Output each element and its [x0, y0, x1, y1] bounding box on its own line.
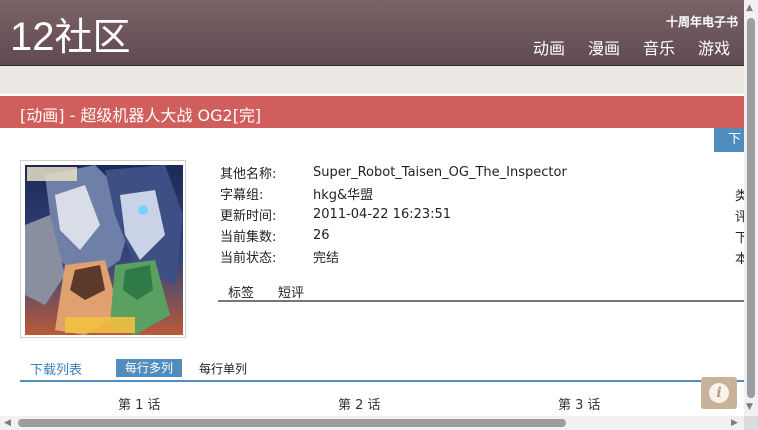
page-title: [动画] - 超级机器人大战 OG2[完] — [20, 106, 262, 125]
info-label: 当前状态: — [220, 251, 277, 266]
vertical-scroll-thumb[interactable] — [747, 18, 755, 398]
arrow-right-icon[interactable]: ▶ — [731, 418, 738, 428]
cover-artwork — [25, 165, 183, 335]
info-label: 字幕组: — [220, 188, 264, 203]
info-icon: i — [709, 383, 729, 403]
arrow-up-icon[interactable]: ▲ — [746, 3, 753, 13]
info-label: 更新时间: — [220, 209, 277, 224]
info-value[interactable]: hkg&华盟 — [313, 184, 373, 203]
arrow-left-icon[interactable]: ◀ — [4, 418, 11, 428]
info-row-episodes: 当前集数: 26 — [220, 225, 567, 246]
sub-header-band — [0, 66, 744, 94]
info-row-subtitle-group: 字幕组: hkg&华盟 — [220, 183, 567, 204]
cover-image[interactable] — [20, 160, 186, 338]
horizontal-scroll-thumb[interactable] — [18, 419, 566, 427]
main-nav: 动画 漫画 音乐 游戏 — [510, 38, 730, 60]
tab-single-column[interactable]: 每行单列 — [199, 360, 247, 377]
nav-games[interactable]: 游戏 — [698, 38, 730, 60]
logo-text: 社区 — [54, 15, 131, 59]
download-list-tabs: 下载列表 每行多列 每行单列 — [20, 356, 744, 382]
tab-reviews[interactable]: 短评 — [278, 282, 304, 301]
site-logo[interactable]: 12社区 — [10, 14, 131, 60]
episode-link[interactable]: 第 2 话 — [338, 394, 381, 413]
info-value: 完结 — [313, 251, 340, 266]
info-subtabs: 标签 短评 — [218, 280, 744, 302]
anime-info: 其他名称: Super_Robot_Taisen_OG_The_Inspecto… — [220, 162, 567, 267]
tab-multi-column[interactable]: 每行多列 — [116, 359, 183, 377]
info-value: Super_Robot_Taisen_OG_The_Inspector — [313, 165, 567, 180]
nav-manga[interactable]: 漫画 — [588, 38, 620, 60]
site-header: 12社区 十周年电子书 动画 漫画 音乐 游戏 — [0, 0, 744, 66]
info-row-status: 当前状态: 完结 — [220, 246, 567, 267]
info-value: 2011-04-22 16:23:51 — [313, 207, 452, 222]
info-row-updated: 更新时间: 2011-04-22 16:23:51 — [220, 204, 567, 225]
tab-tags[interactable]: 标签 — [228, 282, 254, 301]
download-tab[interactable]: 下 — [714, 128, 744, 152]
logo-number: 12 — [10, 15, 55, 59]
nav-music[interactable]: 音乐 — [643, 38, 675, 60]
info-label: 其他名称: — [220, 167, 277, 182]
episode-link[interactable]: 第 1 话 — [118, 394, 161, 413]
tab-download-list[interactable]: 下载列表 — [30, 359, 82, 378]
info-label: 当前集数: — [220, 230, 277, 245]
info-row-other-names: 其他名称: Super_Robot_Taisen_OG_The_Inspecto… — [220, 162, 567, 183]
title-bar: [动画] - 超级机器人大战 OG2[完] — [0, 96, 744, 128]
episode-link[interactable]: 第 3 话 — [558, 394, 601, 413]
nav-anime[interactable]: 动画 — [533, 38, 565, 60]
info-value: 26 — [313, 228, 330, 243]
scrollbar-corner — [744, 416, 758, 430]
arrow-down-icon[interactable]: ▼ — [746, 402, 753, 412]
info-button[interactable]: i — [701, 377, 737, 409]
anniversary-ebook-link[interactable]: 十周年电子书 — [666, 13, 738, 30]
